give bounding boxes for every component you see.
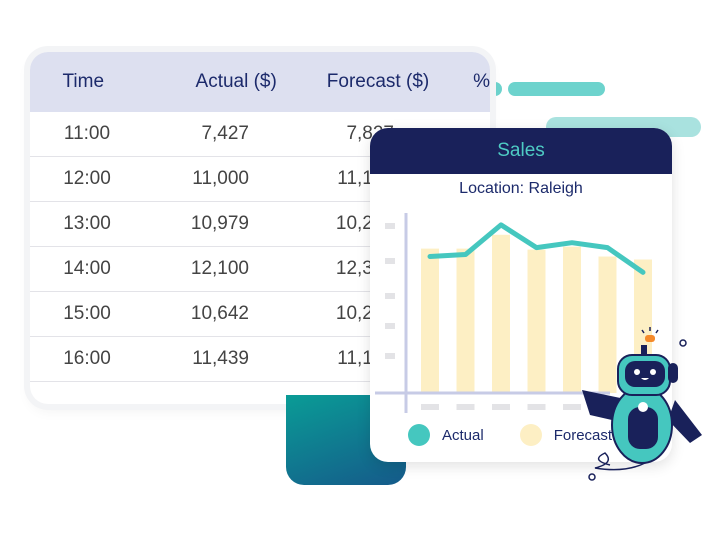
decor-bar bbox=[508, 82, 605, 96]
x-tick-placeholder bbox=[563, 404, 581, 410]
cell-time: 11:00 bbox=[63, 123, 111, 144]
robot-illustration bbox=[582, 327, 702, 481]
cell-actual: 11,439 bbox=[192, 348, 249, 369]
y-tick-placeholder bbox=[385, 223, 395, 229]
cell-time: 15:00 bbox=[63, 303, 111, 324]
y-tick-placeholder bbox=[385, 293, 395, 299]
y-tick-placeholder bbox=[385, 323, 395, 329]
col-actual: Actual ($) bbox=[195, 71, 277, 92]
legend-actual: Actual bbox=[442, 426, 484, 444]
col-forecast: Forecast ($) bbox=[326, 71, 430, 92]
legend-actual-swatch bbox=[408, 424, 430, 446]
cell-actual: 7,427 bbox=[201, 123, 249, 144]
cell-time: 12:00 bbox=[63, 168, 111, 189]
y-tick-placeholder bbox=[385, 258, 395, 264]
forecast-bar bbox=[421, 248, 439, 393]
cell-actual: 10,642 bbox=[190, 303, 249, 324]
cell-time: 16:00 bbox=[63, 348, 111, 369]
chart-subtitle: Location: Raleigh bbox=[459, 180, 583, 197]
decor-dot bbox=[488, 82, 502, 96]
forecast-bar bbox=[456, 248, 475, 393]
cell-actual: 11,000 bbox=[192, 168, 249, 189]
y-tick-placeholder bbox=[385, 353, 395, 359]
x-tick-placeholder bbox=[421, 404, 439, 410]
x-tick-placeholder bbox=[456, 404, 475, 410]
cell-time: 13:00 bbox=[63, 213, 111, 234]
x-tick-placeholder bbox=[527, 404, 546, 410]
chart-title: Sales bbox=[370, 128, 672, 174]
forecast-bar bbox=[563, 246, 581, 393]
legend-forecast-swatch bbox=[519, 424, 542, 446]
x-tick-placeholder bbox=[492, 404, 510, 410]
cell-actual: 12,100 bbox=[190, 258, 249, 279]
col-percent: % bbox=[473, 71, 490, 92]
legend: Actual Forecast bbox=[408, 424, 612, 446]
legend-forecast: Forecast bbox=[553, 426, 613, 444]
cell-actual: 10,979 bbox=[190, 213, 249, 234]
cell-time: 14:00 bbox=[63, 258, 111, 279]
table-header: Time Actual ($) Forecast ($) % bbox=[30, 52, 490, 112]
forecast-bar bbox=[527, 249, 546, 393]
forecast-bar bbox=[492, 234, 510, 393]
col-time: Time bbox=[62, 71, 105, 92]
